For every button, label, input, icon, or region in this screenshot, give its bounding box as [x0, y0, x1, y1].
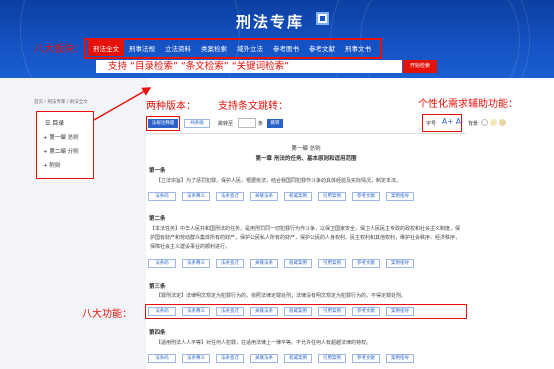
site-logo[interactable]: 刑法专库: [236, 11, 304, 32]
part-title: 第一编 总则: [291, 146, 321, 152]
jump-unit: 条: [258, 121, 264, 127]
annotation-jump: 支持条文跳转：: [218, 101, 288, 112]
article-number: 第三条: [149, 284, 166, 290]
fn-references[interactable]: 参考文献: [352, 354, 380, 363]
function-row: 法条码 法条释义 法条变迁 关联法条 权威案例 引用案例 参考文献 案例指导: [148, 192, 414, 201]
article-text: 【立法宗旨】为了惩罚犯罪，保护人民，根据宪法，结合我国同犯罪作斗争的具体经验及实…: [156, 178, 402, 184]
background-label: 背景: [468, 121, 479, 127]
fn-cited-cases[interactable]: 引用案例: [318, 192, 346, 201]
article-number: 第四条: [149, 330, 166, 336]
chapter-title: 第一章 刑法的任务、基本原则和适用范围: [255, 156, 357, 162]
fn-guidance[interactable]: 案例指导: [386, 192, 414, 201]
fn-interpretation[interactable]: 法条释义: [182, 307, 210, 316]
fn-guidance[interactable]: 案例指导: [386, 307, 414, 316]
fn-related[interactable]: 关联法条: [250, 192, 278, 201]
fn-interpretation[interactable]: 法条释义: [182, 259, 210, 268]
font-size-icon[interactable]: A+ A-: [442, 117, 463, 126]
fn-cited-cases[interactable]: 引用案例: [318, 307, 346, 316]
jump-input[interactable]: [238, 118, 256, 128]
fn-history[interactable]: 法条变迁: [216, 259, 244, 268]
fn-references[interactable]: 参考文献: [352, 192, 380, 201]
function-row: 法条码 法条释义 法条变迁 关联法条 权威案例 引用案例 参考文献 案例指导: [148, 307, 414, 316]
version-plain-button[interactable]: 纯条版: [184, 119, 210, 128]
annotation-eight-sections: 八大板块：: [34, 44, 84, 55]
annotation-two-versions: 两种版本：: [146, 101, 196, 112]
toc-item-part-two[interactable]: + 第二编 分则: [37, 141, 93, 155]
fn-history[interactable]: 法条变迁: [216, 192, 244, 201]
fn-references[interactable]: 参考文献: [352, 259, 380, 268]
bg-swatch-tan[interactable]: [499, 119, 506, 126]
toc-panel: ☰ 目录 + 第一编 总则 + 第二编 分则 + 附则: [36, 111, 94, 179]
bg-swatch-white[interactable]: [481, 119, 488, 126]
logo-emblem-icon: [316, 12, 329, 25]
fn-history[interactable]: 法条变迁: [216, 354, 244, 363]
jump-button[interactable]: 跳转: [267, 119, 283, 128]
jump-label: 跳转至: [218, 121, 234, 127]
fn-authoritative-cases[interactable]: 权威案例: [284, 354, 312, 363]
fn-interpretation[interactable]: 法条释义: [182, 354, 210, 363]
fn-code[interactable]: 法条码: [148, 192, 176, 201]
fn-guidance[interactable]: 案例指导: [386, 354, 414, 363]
font-size-label: 字号: [426, 121, 437, 127]
toc-item-appendix[interactable]: + 附则: [37, 155, 93, 169]
fn-history[interactable]: 法条变迁: [216, 307, 244, 316]
nav-highlight-box: [84, 38, 382, 59]
function-row: 法条码 法条释义 法条变迁 关联法条 权威案例 引用案例 参考文献 案例指导: [148, 259, 414, 268]
fn-related[interactable]: 关联法条: [250, 307, 278, 316]
fn-references[interactable]: 参考文献: [352, 307, 380, 316]
divider: [146, 133, 466, 134]
article-number: 第一条: [149, 168, 166, 174]
version-highlight-box: [146, 116, 180, 131]
fn-interpretation[interactable]: 法条释义: [182, 192, 210, 201]
toc-title: ☰ 目录: [45, 120, 65, 127]
article-text: 【本法任务】中华人民共和国刑法的任务，是用刑罚同一切犯罪行为作斗争，以保卫国家安…: [150, 226, 461, 250]
fn-cited-cases[interactable]: 引用案例: [318, 259, 346, 268]
article-text: 【罪刑法定】法律明文规定为犯罪行为的，依照法律定罪处刑；法律没有明文规定为犯罪行…: [156, 293, 407, 299]
fn-cited-cases[interactable]: 引用案例: [318, 354, 346, 363]
fn-code[interactable]: 法条码: [148, 259, 176, 268]
toc-item-label: 第二编 分则: [49, 149, 79, 155]
toc-title-label: 目录: [52, 120, 65, 127]
toc-item-label: 第一编 总则: [49, 135, 79, 141]
annotation-eight-functions: 八大功能：: [82, 309, 132, 320]
fn-related[interactable]: 关联法条: [250, 354, 278, 363]
fn-guidance[interactable]: 案例指导: [386, 259, 414, 268]
fn-authoritative-cases[interactable]: 权威案例: [284, 307, 312, 316]
annotation-personal: 个性化需求辅助功能：: [418, 99, 518, 110]
fn-code[interactable]: 法条码: [148, 307, 176, 316]
annotation-search-support: 支持 “目录检索” “条文检索” “关键词检索”: [108, 61, 290, 72]
article-number: 第二条: [149, 216, 166, 222]
fn-authoritative-cases[interactable]: 权威案例: [284, 259, 312, 268]
search-button[interactable]: 开始检索: [403, 60, 437, 73]
article-text: 【适用刑法人人平等】对任何人犯罪，在适用法律上一律平等。不允许任何人有超越法律的…: [156, 340, 372, 346]
fn-authoritative-cases[interactable]: 权威案例: [284, 192, 312, 201]
breadcrumb: 首页 / 刑法专库 / 刑法全文: [34, 100, 88, 105]
fn-code[interactable]: 法条码: [148, 354, 176, 363]
fn-related[interactable]: 关联法条: [250, 259, 278, 268]
toc-item-label: 附则: [49, 163, 61, 169]
toc-item-part-one[interactable]: + 第一编 总则: [37, 127, 93, 141]
bg-swatch-yellow[interactable]: [490, 119, 497, 126]
function-row: 法条码 法条释义 法条变迁 关联法条 权威案例 引用案例 参考文献 案例指导: [148, 354, 414, 363]
